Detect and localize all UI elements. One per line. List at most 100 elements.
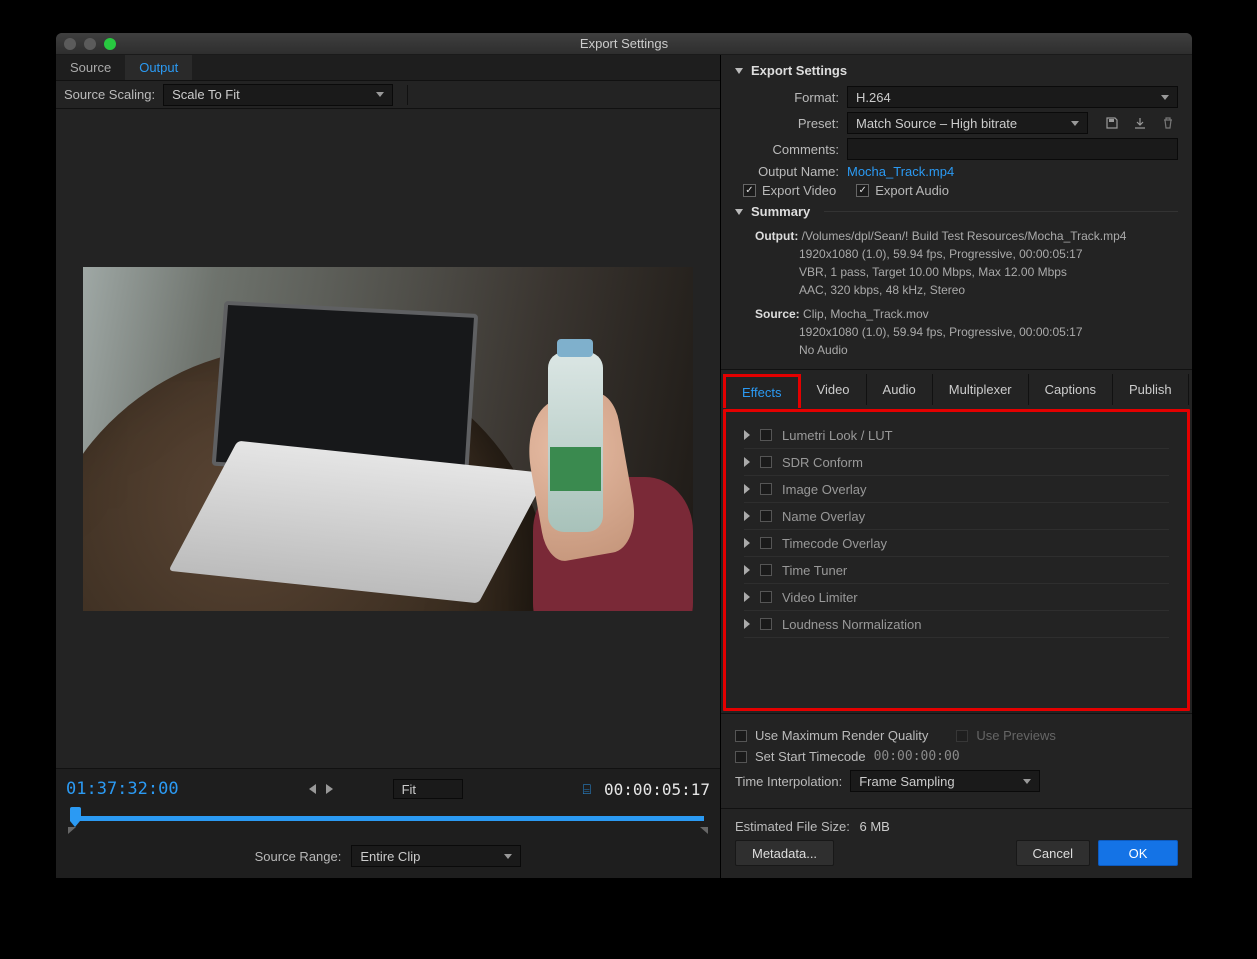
step-forward-icon[interactable] <box>326 784 333 794</box>
effect-checkbox[interactable] <box>760 456 772 468</box>
effect-checkbox[interactable] <box>760 564 772 576</box>
dialog-footer: Metadata... Cancel OK <box>721 834 1192 878</box>
export-video-label: Export Video <box>762 183 836 198</box>
effect-row[interactable]: SDR Conform <box>744 449 1169 476</box>
window-title: Export Settings <box>56 36 1192 51</box>
disclosure-icon <box>744 484 750 494</box>
titlebar: Export Settings <box>56 33 1192 55</box>
disclosure-icon <box>744 538 750 548</box>
zoom-value: Fit <box>402 782 416 797</box>
cancel-button[interactable]: Cancel <box>1016 840 1090 866</box>
output-name-label: Output Name: <box>735 164 839 179</box>
disclosure-triangle-icon <box>735 209 743 215</box>
preview-area[interactable] <box>56 109 720 768</box>
timecode-out[interactable]: 00:00:05:17 <box>604 780 710 799</box>
comments-input[interactable] <box>847 138 1178 160</box>
settings-panel: Export Settings Format: H.264 Preset: Ma… <box>721 55 1192 878</box>
effect-checkbox[interactable] <box>760 537 772 549</box>
preset-value: Match Source – High bitrate <box>856 116 1017 131</box>
export-settings-section: Export Settings Format: H.264 Preset: Ma… <box>721 55 1192 370</box>
start-timecode-value[interactable]: 00:00:00:00 <box>874 749 960 764</box>
tab-effects[interactable]: Effects <box>723 374 801 408</box>
tab-publish[interactable]: Publish <box>1113 374 1189 405</box>
summary-block: Output: /Volumes/dpl/Sean/! Build Test R… <box>755 227 1178 359</box>
output-name-link[interactable]: Mocha_Track.mp4 <box>847 164 954 179</box>
effect-checkbox[interactable] <box>760 510 772 522</box>
effect-row[interactable]: Name Overlay <box>744 503 1169 530</box>
export-video-checkbox[interactable] <box>743 184 756 197</box>
bottom-options: Use Maximum Render Quality Use Previews … <box>721 713 1192 808</box>
use-previews-checkbox <box>956 730 968 742</box>
disclosure-icon <box>744 565 750 575</box>
disclosure-icon <box>744 430 750 440</box>
scaling-dropdown[interactable]: Scale To Fit <box>163 84 393 106</box>
set-start-checkbox[interactable] <box>735 751 747 763</box>
est-size-label: Estimated File Size: <box>735 819 850 834</box>
step-back-icon[interactable] <box>309 784 316 794</box>
interp-value: Frame Sampling <box>859 774 954 789</box>
format-value: H.264 <box>856 90 891 105</box>
timeline-controls: 01:37:32:00 Fit ⌸ 00:00:05:17 <box>56 768 720 878</box>
effect-row[interactable]: Time Tuner <box>744 557 1169 584</box>
effect-row[interactable]: Video Limiter <box>744 584 1169 611</box>
chevron-down-icon <box>1023 779 1031 784</box>
metadata-button[interactable]: Metadata... <box>735 840 834 866</box>
effect-row[interactable]: Image Overlay <box>744 476 1169 503</box>
range-dropdown[interactable]: Entire Clip <box>351 845 521 867</box>
disclosure-icon <box>744 511 750 521</box>
effects-highlight: Lumetri Look / LUT SDR Conform Image Ove… <box>723 409 1190 711</box>
effects-list: Lumetri Look / LUT SDR Conform Image Ove… <box>726 412 1187 640</box>
tab-video[interactable]: Video <box>801 374 867 405</box>
timeline-track[interactable] <box>66 807 710 829</box>
delete-preset-icon[interactable] <box>1158 114 1178 132</box>
aspect-correction-icon[interactable]: ⌸ <box>583 781 591 798</box>
chevron-down-icon <box>1071 121 1079 126</box>
effect-checkbox[interactable] <box>760 618 772 630</box>
disclosure-icon <box>744 592 750 602</box>
zoom-dropdown[interactable]: Fit <box>393 779 463 799</box>
out-point-icon[interactable] <box>700 827 708 834</box>
format-dropdown[interactable]: H.264 <box>847 86 1178 108</box>
chevron-down-icon <box>504 854 512 859</box>
tab-captions[interactable]: Captions <box>1029 374 1113 405</box>
import-preset-icon[interactable] <box>1130 114 1150 132</box>
disclosure-icon <box>744 457 750 467</box>
preview-panel: Source Output Source Scaling: Scale To F… <box>56 55 721 878</box>
export-settings-window: Export Settings Source Output Source Sca… <box>56 33 1192 878</box>
tab-output[interactable]: Output <box>125 55 192 80</box>
preset-label: Preset: <box>735 116 839 131</box>
max-render-checkbox[interactable] <box>735 730 747 742</box>
effect-checkbox[interactable] <box>760 483 772 495</box>
effect-row[interactable]: Timecode Overlay <box>744 530 1169 557</box>
timecode-in[interactable]: 01:37:32:00 <box>66 779 179 799</box>
effect-row[interactable]: Lumetri Look / LUT <box>744 422 1169 449</box>
disclosure-icon <box>744 619 750 629</box>
range-label: Source Range: <box>255 849 342 864</box>
effect-row[interactable]: Loudness Normalization <box>744 611 1169 638</box>
playhead-icon[interactable] <box>70 807 81 821</box>
chevron-down-icon <box>376 92 384 97</box>
tab-source[interactable]: Source <box>56 55 125 80</box>
scaling-value: Scale To Fit <box>172 87 240 102</box>
chevron-down-icon <box>1161 95 1169 100</box>
export-audio-checkbox[interactable] <box>856 184 869 197</box>
format-label: Format: <box>735 90 839 105</box>
tab-multiplexer[interactable]: Multiplexer <box>933 374 1029 405</box>
ok-button[interactable]: OK <box>1098 840 1178 866</box>
comments-label: Comments: <box>735 142 839 157</box>
scaling-row: Source Scaling: Scale To Fit <box>56 81 720 109</box>
effect-checkbox[interactable] <box>760 429 772 441</box>
max-render-label: Use Maximum Render Quality <box>755 728 928 743</box>
save-preset-icon[interactable] <box>1102 114 1122 132</box>
effect-checkbox[interactable] <box>760 591 772 603</box>
summary-header[interactable]: Summary <box>735 204 1178 219</box>
interp-dropdown[interactable]: Frame Sampling <box>850 770 1040 792</box>
in-point-icon[interactable] <box>68 827 76 834</box>
interp-label: Time Interpolation: <box>735 774 842 789</box>
disclosure-triangle-icon <box>735 68 743 74</box>
preset-dropdown[interactable]: Match Source – High bitrate <box>847 112 1088 134</box>
set-start-label: Set Start Timecode <box>755 749 866 764</box>
export-settings-header[interactable]: Export Settings <box>735 63 1178 78</box>
tab-audio[interactable]: Audio <box>867 374 933 405</box>
scaling-label: Source Scaling: <box>64 87 155 102</box>
